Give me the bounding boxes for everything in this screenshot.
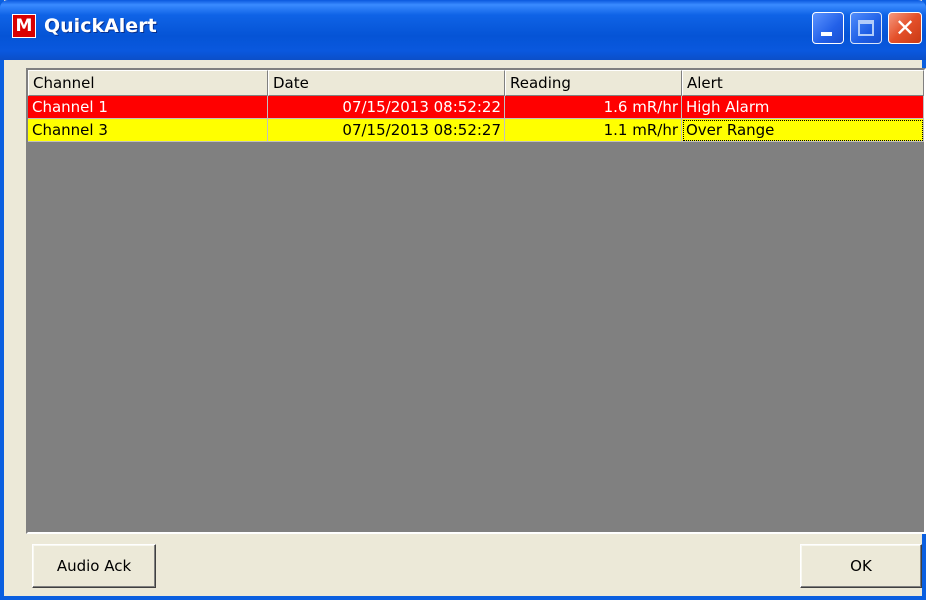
table-row[interactable]: Channel 3 07/15/2013 08:52:27 1.1 mR/hr …: [28, 119, 924, 142]
minimize-icon: [821, 32, 832, 36]
audio-ack-button[interactable]: Audio Ack: [32, 544, 156, 588]
minimize-button[interactable]: [812, 12, 844, 44]
column-header-alert[interactable]: Alert: [682, 70, 924, 96]
alert-list[interactable]: Channel Date Reading Alert Channel 1 07/…: [26, 68, 926, 534]
column-header-channel[interactable]: Channel: [28, 70, 268, 96]
maximize-button[interactable]: [850, 12, 882, 44]
title-bar[interactable]: M QuickAlert ✕: [0, 0, 926, 60]
cell-date: 07/15/2013 08:52:22: [268, 96, 505, 119]
cell-reading: 1.1 mR/hr: [505, 119, 682, 142]
ok-button[interactable]: OK: [800, 544, 922, 588]
cell-alert: Over Range: [682, 119, 924, 142]
column-header-date[interactable]: Date: [268, 70, 505, 96]
cell-alert: High Alarm: [682, 96, 924, 119]
quickalert-window: M QuickAlert ✕ Channel Date Reading Aler…: [0, 0, 926, 600]
close-icon: ✕: [894, 14, 916, 42]
cell-reading: 1.6 mR/hr: [505, 96, 682, 119]
list-header: Channel Date Reading Alert: [28, 70, 924, 96]
cell-channel: Channel 3: [28, 119, 268, 142]
cell-channel: Channel 1: [28, 96, 268, 119]
close-button[interactable]: ✕: [888, 12, 922, 44]
column-header-reading[interactable]: Reading: [505, 70, 682, 96]
window-title: QuickAlert: [44, 15, 157, 37]
app-logo-icon: M: [12, 14, 36, 38]
maximize-icon: [858, 20, 874, 36]
cell-date: 07/15/2013 08:52:27: [268, 119, 505, 142]
table-row[interactable]: Channel 1 07/15/2013 08:52:22 1.6 mR/hr …: [28, 96, 924, 119]
